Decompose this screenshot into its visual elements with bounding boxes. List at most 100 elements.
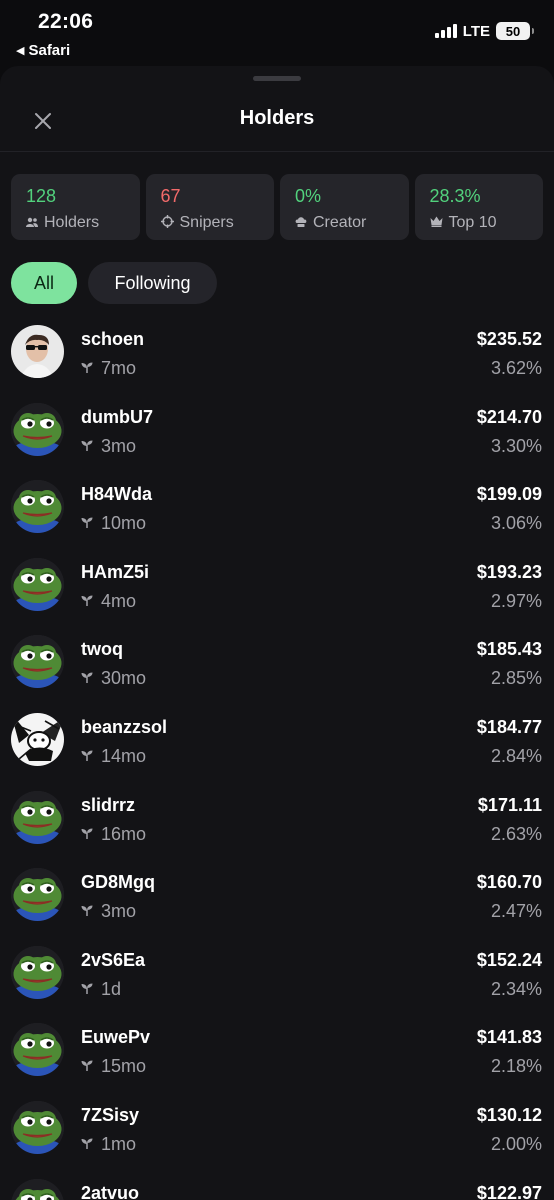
avatar[interactable] [11, 1100, 64, 1154]
holder-name: slidrrz [81, 794, 136, 815]
holder-age-value: 3mo [101, 435, 137, 456]
holder-age: 7mo [81, 358, 136, 379]
sheet-grabber[interactable] [253, 76, 301, 81]
stat-label: Top 10 [448, 214, 497, 231]
holder-percent: 2.34% [490, 978, 542, 999]
holder-age-value: 1d [101, 978, 122, 999]
holder-row[interactable]: slidrrz 16mo $171.11 2.63% [0, 779, 554, 857]
holder-name: twoq [81, 639, 123, 660]
stat-label: Snipers [179, 214, 234, 231]
holder-age: 3mo [81, 901, 136, 922]
holder-age-value: 7mo [101, 358, 137, 378]
battery-icon: 50 [496, 22, 534, 40]
holder-row[interactable]: schoen 7mo $235.52 3.62% [0, 313, 554, 391]
holder-percent: 2.00% [490, 1133, 542, 1154]
holder-amount: $171.11 [477, 794, 542, 815]
holder-age: 30mo [81, 668, 146, 689]
holder-amount: $193.23 [476, 561, 542, 582]
holder-row[interactable]: 2vS6Ea 1d $152.24 2.34% [0, 934, 554, 1012]
holder-name: beanzzsol [81, 716, 168, 737]
holder-row[interactable]: beanzzsol 14mo $184.77 2.84% [0, 701, 554, 779]
sheet-title: Holders [239, 107, 315, 129]
holder-name: dumbU7 [81, 406, 153, 427]
stat-top-10[interactable]: 28.3% Top 10 [414, 174, 543, 240]
holder-age-value: 14mo [101, 745, 147, 766]
sprout-icon [81, 749, 93, 764]
avatar[interactable] [11, 1023, 64, 1077]
tab-following[interactable]: Following [88, 262, 217, 304]
holder-age: 4mo [81, 591, 136, 612]
holder-row[interactable]: HAmZ5i 4mo $193.23 2.97% [0, 546, 554, 624]
holder-name: HAmZ5i [81, 561, 150, 582]
avatar[interactable] [11, 480, 64, 534]
avatar[interactable] [11, 868, 64, 922]
stat-value: 28.3% [429, 186, 481, 206]
stat-value: 67 [160, 186, 181, 206]
avatar[interactable] [11, 402, 64, 456]
stats-row: 128 Holders 67 Snipers 0% Creator 28.3% … [11, 174, 543, 240]
back-triangle-icon: ◀ [16, 45, 25, 57]
avatar[interactable] [11, 790, 64, 844]
avatar[interactable] [11, 945, 64, 999]
holder-name: EuwePv [81, 1027, 151, 1048]
holder-age: 3mo [81, 436, 136, 457]
avatar[interactable] [11, 557, 64, 611]
crown-icon [430, 216, 443, 230]
holder-amount: $185.43 [476, 639, 542, 660]
holder-percent: 2.97% [490, 590, 542, 611]
stat-holders[interactable]: 128 Holders [11, 174, 140, 240]
holder-percent: 2.18% [490, 1056, 542, 1077]
holder-row[interactable]: EuwePv 15mo $141.83 2.18% [0, 1011, 554, 1089]
holder-amount: $141.83 [476, 1027, 542, 1048]
holder-name: schoen [81, 329, 145, 349]
holder-age: 15mo [81, 1056, 146, 1077]
signal-icon [434, 24, 457, 38]
back-to-app-button[interactable]: ◀ Safari [16, 42, 70, 59]
stat-creator[interactable]: 0% Creator [280, 174, 409, 240]
people-icon [26, 217, 38, 230]
holder-age: 14mo [81, 746, 146, 767]
holder-percent: 3.62% [490, 358, 542, 378]
holder-age-value: 4mo [101, 590, 137, 611]
holder-percent: 2.84% [490, 745, 542, 766]
sprout-icon [81, 1137, 93, 1152]
crosshair-icon [160, 215, 174, 231]
holder-name: H84Wda [81, 484, 153, 505]
holder-row[interactable]: dumbU7 3mo $214.70 3.30% [0, 391, 554, 469]
holder-percent: 3.30% [490, 435, 542, 456]
tab-all[interactable]: All [11, 262, 77, 304]
holder-row[interactable]: 7ZSisy 1mo $130.12 2.00% [0, 1089, 554, 1167]
holder-percent: 3.06% [490, 513, 542, 534]
holder-age-value: 15mo [101, 1056, 147, 1077]
stat-value: 128 [26, 186, 57, 206]
avatar[interactable] [11, 1178, 64, 1200]
sprout-icon [81, 827, 93, 842]
holder-age-value: 16mo [101, 823, 147, 844]
holder-age: 1mo [81, 1134, 136, 1155]
holder-amount: $199.09 [476, 484, 542, 505]
holder-age-value: 30mo [101, 668, 147, 689]
holder-age: 1d [81, 979, 121, 1000]
holder-row[interactable]: 2atvuo $122.97 [0, 1167, 554, 1200]
filter-tabs: All Following [11, 262, 217, 304]
holder-row[interactable]: twoq 30mo $185.43 2.85% [0, 623, 554, 701]
avatar[interactable] [11, 712, 64, 766]
holder-age: 10mo [81, 513, 146, 534]
holder-amount: $184.77 [476, 716, 542, 737]
stat-label: Creator [313, 214, 367, 231]
holder-amount: $235.52 [476, 329, 542, 349]
holder-amount: $214.70 [476, 406, 542, 427]
avatar[interactable] [11, 635, 64, 689]
holder-row[interactable]: GD8Mgq 3mo $160.70 2.47% [0, 856, 554, 934]
sprout-icon [81, 671, 93, 686]
avatar[interactable] [11, 325, 64, 378]
sprout-icon [81, 594, 93, 609]
holder-name: 2atvuo [81, 1182, 140, 1200]
sprout-icon [81, 1059, 93, 1074]
holder-row[interactable]: H84Wda 10mo $199.09 3.06% [0, 468, 554, 546]
holder-age-value: 3mo [101, 901, 137, 922]
status-bar: 22:06 ◀ Safari LTE 50 [0, 0, 554, 66]
holder-name: GD8Mgq [81, 872, 155, 893]
holder-amount: $152.24 [476, 949, 542, 970]
stat-snipers[interactable]: 67 Snipers [145, 174, 274, 240]
